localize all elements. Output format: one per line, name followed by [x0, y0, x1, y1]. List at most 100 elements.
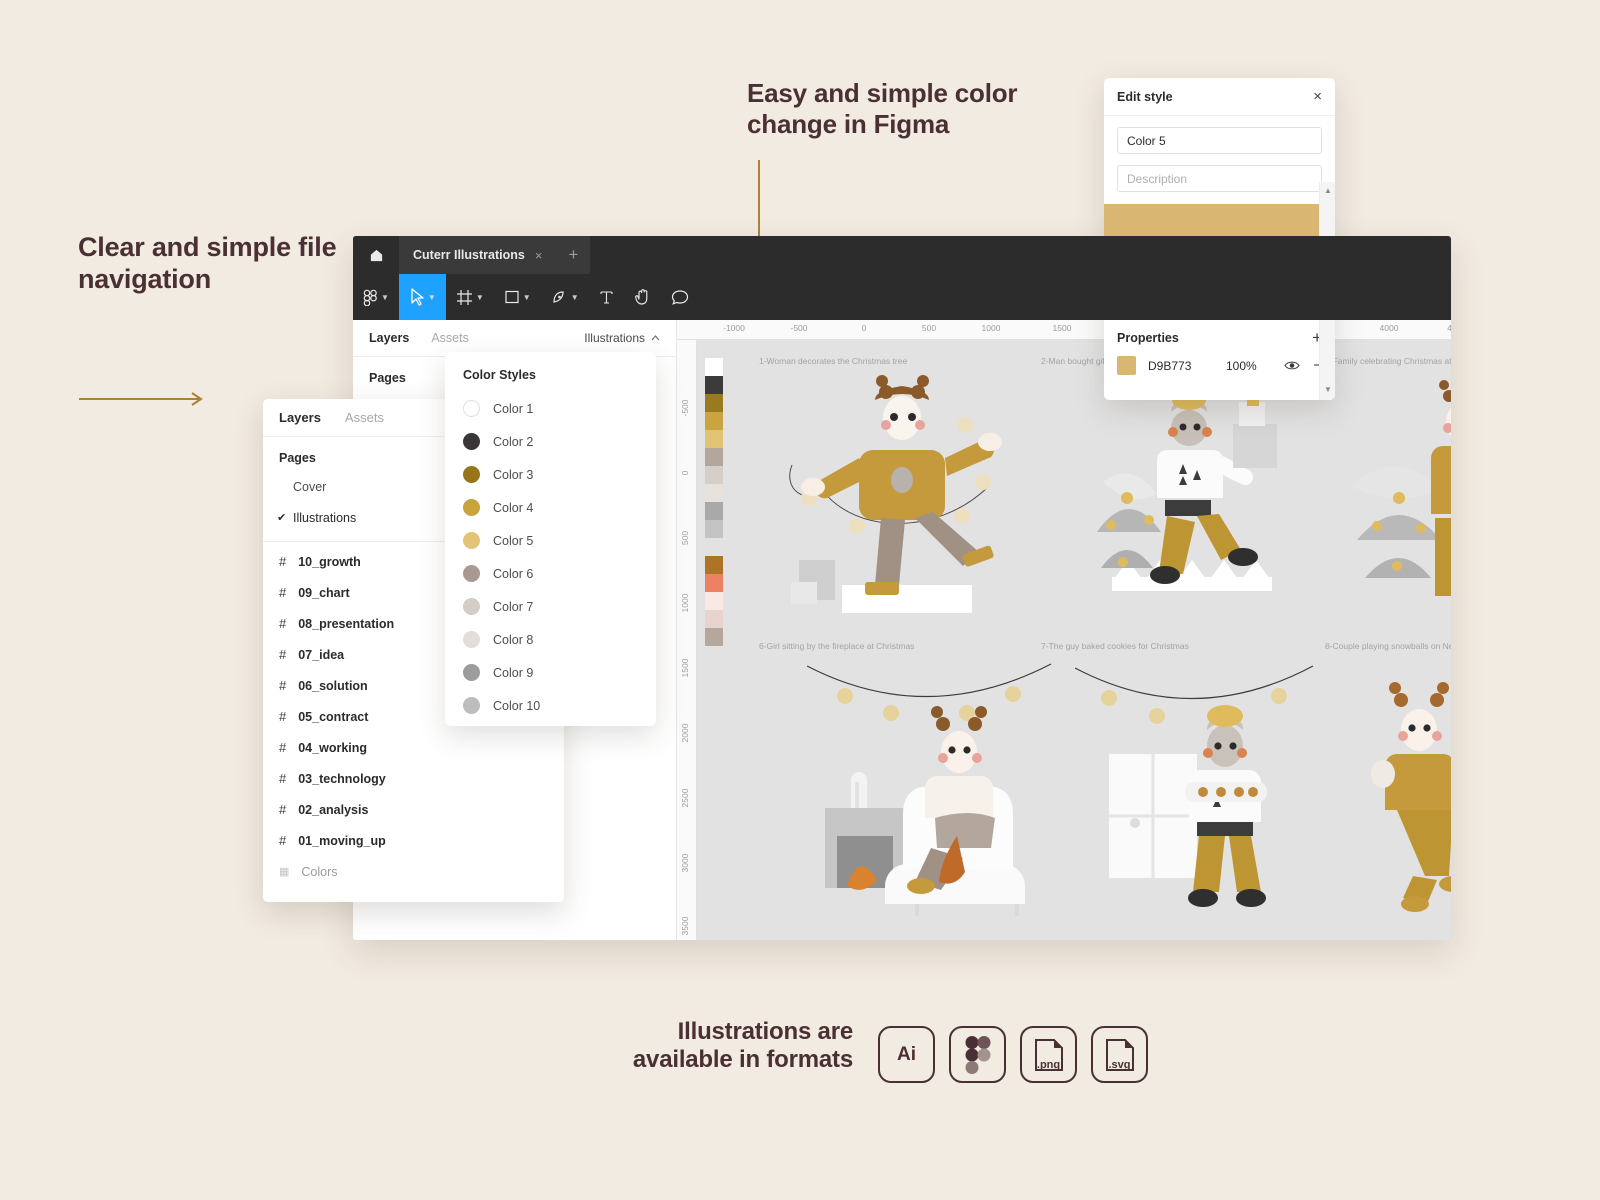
canvas-swatch[interactable]	[705, 376, 723, 394]
layer-item-colors[interactable]: ▦ Colors	[263, 856, 564, 887]
layer-item-label: 05_contract	[298, 710, 368, 724]
frame-hash-icon: #	[279, 740, 286, 755]
color-style-item-4[interactable]: Color 4	[445, 491, 656, 524]
comment-tool[interactable]	[661, 274, 699, 320]
canvas-swatch[interactable]	[705, 484, 723, 502]
promo-top-heading: Easy and simple color change in Figma	[747, 78, 1077, 139]
color-style-item-2[interactable]: Color 2	[445, 425, 656, 458]
chevron-down-icon[interactable]: ▼	[476, 293, 484, 302]
close-icon[interactable]: ×	[535, 248, 543, 263]
chevron-down-icon[interactable]: ▼	[523, 293, 531, 302]
page-selector-label: Illustrations	[584, 331, 645, 345]
frame-tool[interactable]: ▼	[446, 274, 494, 320]
layer-item-04_working[interactable]: #04_working	[263, 732, 564, 763]
canvas-swatch[interactable]	[705, 520, 723, 538]
close-icon[interactable]: ×	[1313, 89, 1322, 104]
file-tab-cuterr-illustrations[interactable]: Cuterr Illustrations ×	[399, 236, 556, 274]
hand-tool[interactable]	[624, 274, 661, 320]
property-color-swatch[interactable]	[1117, 356, 1136, 375]
illustration-family-celebrating[interactable]	[1347, 370, 1451, 632]
figma-menu-tool[interactable]: ▼	[353, 274, 399, 320]
illustration-man-bought-gifts[interactable]	[1067, 372, 1297, 630]
canvas-swatch[interactable]	[705, 466, 723, 484]
frame-hash-icon: #	[279, 709, 286, 724]
illustration-girl-by-fireplace[interactable]	[807, 658, 1057, 918]
shape-tool[interactable]: ▼	[494, 274, 541, 320]
canvas-swatch[interactable]	[705, 502, 723, 520]
canvas-swatch[interactable]	[705, 358, 723, 376]
svg-badge-label: .svg	[1105, 1059, 1135, 1071]
pen-tool[interactable]: ▼	[541, 274, 589, 320]
chevron-down-icon[interactable]: ▼	[571, 293, 579, 302]
figma-badge[interactable]	[949, 1026, 1006, 1083]
illustration-woman-decorates-tree[interactable]	[787, 370, 1017, 630]
color-style-item-8[interactable]: Color 8	[445, 623, 656, 656]
layer-item-label: 08_presentation	[298, 617, 394, 631]
tab-layers[interactable]: Layers	[369, 331, 409, 345]
page-selector[interactable]: Illustrations	[584, 331, 660, 345]
frame-label: 7-The guy baked cookies for Christmas	[1041, 641, 1189, 651]
property-hex-value[interactable]: D9B773	[1148, 359, 1214, 373]
style-description-input[interactable]: Description	[1117, 165, 1322, 192]
tab-assets[interactable]: Assets	[431, 331, 469, 345]
layer-item-01_moving_up[interactable]: #01_moving_up	[263, 825, 564, 856]
format-badges: Ai .png	[878, 1026, 1148, 1083]
layer-item-03_technology[interactable]: #03_technology	[263, 763, 564, 794]
scroll-down-arrow-icon[interactable]: ▼	[1324, 385, 1332, 394]
png-badge-label: .png	[1034, 1059, 1064, 1071]
new-tab-button[interactable]: +	[556, 236, 590, 274]
canvas-swatch[interactable]	[705, 592, 723, 610]
frame-hash-icon: #	[279, 647, 286, 662]
illustration-guy-baked-cookies[interactable]	[1075, 658, 1315, 920]
figma-toolbar: ▼ ▼ ▼ ▼	[353, 274, 1451, 320]
color-style-item-1[interactable]: Color 1	[445, 392, 656, 425]
frame-label: 3-Family celebrating Christmas at the tr…	[1325, 356, 1451, 366]
canvas-swatch[interactable]	[705, 412, 723, 430]
tab-layers[interactable]: Layers	[279, 410, 321, 425]
canvas-swatch[interactable]	[705, 430, 723, 448]
color-styles-title: Color Styles	[445, 352, 656, 392]
ai-badge[interactable]: Ai	[878, 1026, 935, 1083]
style-name-input[interactable]: Color 5	[1117, 127, 1322, 154]
scroll-up-arrow-icon[interactable]: ▲	[1324, 186, 1332, 195]
canvas-swatch[interactable]	[705, 556, 723, 574]
chevron-down-icon[interactable]: ▼	[381, 293, 389, 302]
property-opacity-value[interactable]: 100%	[1226, 359, 1272, 373]
canvas-swatch[interactable]	[705, 574, 723, 592]
frame-label: 6-Girl sitting by the fireplace at Chris…	[759, 641, 914, 651]
home-button[interactable]	[353, 236, 399, 274]
figma-canvas[interactable]: -1000-500050010001500400045 -50005001000…	[677, 320, 1451, 940]
color-style-label: Color 8	[493, 633, 533, 647]
canvas-swatch[interactable]	[705, 628, 723, 646]
color-style-item-6[interactable]: Color 6	[445, 557, 656, 590]
color-swatch-dot	[463, 565, 480, 582]
color-style-item-9[interactable]: Color 9	[445, 656, 656, 689]
color-style-item-10[interactable]: Color 10	[445, 689, 656, 722]
ruler-tick-label: 500	[922, 323, 936, 333]
layer-item-02_analysis[interactable]: #02_analysis	[263, 794, 564, 825]
color-style-item-3[interactable]: Color 3	[445, 458, 656, 491]
color-swatch-dot	[463, 664, 480, 681]
canvas-swatch[interactable]	[705, 610, 723, 628]
color-style-item-5[interactable]: Color 5	[445, 524, 656, 557]
color-swatch-dot	[463, 631, 480, 648]
frame-hash-icon: #	[279, 616, 286, 631]
chevron-down-icon[interactable]: ▼	[428, 293, 436, 302]
canvas-artboard-area[interactable]: 1-Woman decorates the Christmas tree 2-M…	[697, 340, 1451, 940]
canvas-swatch[interactable]	[705, 538, 723, 556]
text-tool[interactable]	[589, 274, 624, 320]
canvas-swatch[interactable]	[705, 448, 723, 466]
svg-badge[interactable]: .svg	[1091, 1026, 1148, 1083]
move-tool[interactable]: ▼	[399, 274, 446, 320]
color-style-item-7[interactable]: Color 7	[445, 590, 656, 623]
tab-assets[interactable]: Assets	[345, 410, 384, 425]
ruler-tick-label: 1500	[680, 659, 690, 678]
illustration-couple-snowballs[interactable]	[1357, 670, 1451, 920]
eye-icon[interactable]	[1284, 360, 1300, 371]
layer-item-label: Colors	[301, 865, 337, 879]
color-style-label: Color 3	[493, 468, 533, 482]
canvas-swatch[interactable]	[705, 394, 723, 412]
png-badge[interactable]: .png	[1020, 1026, 1077, 1083]
layer-item-label: 03_technology	[298, 772, 386, 786]
properties-header: Properties +	[1104, 314, 1335, 354]
